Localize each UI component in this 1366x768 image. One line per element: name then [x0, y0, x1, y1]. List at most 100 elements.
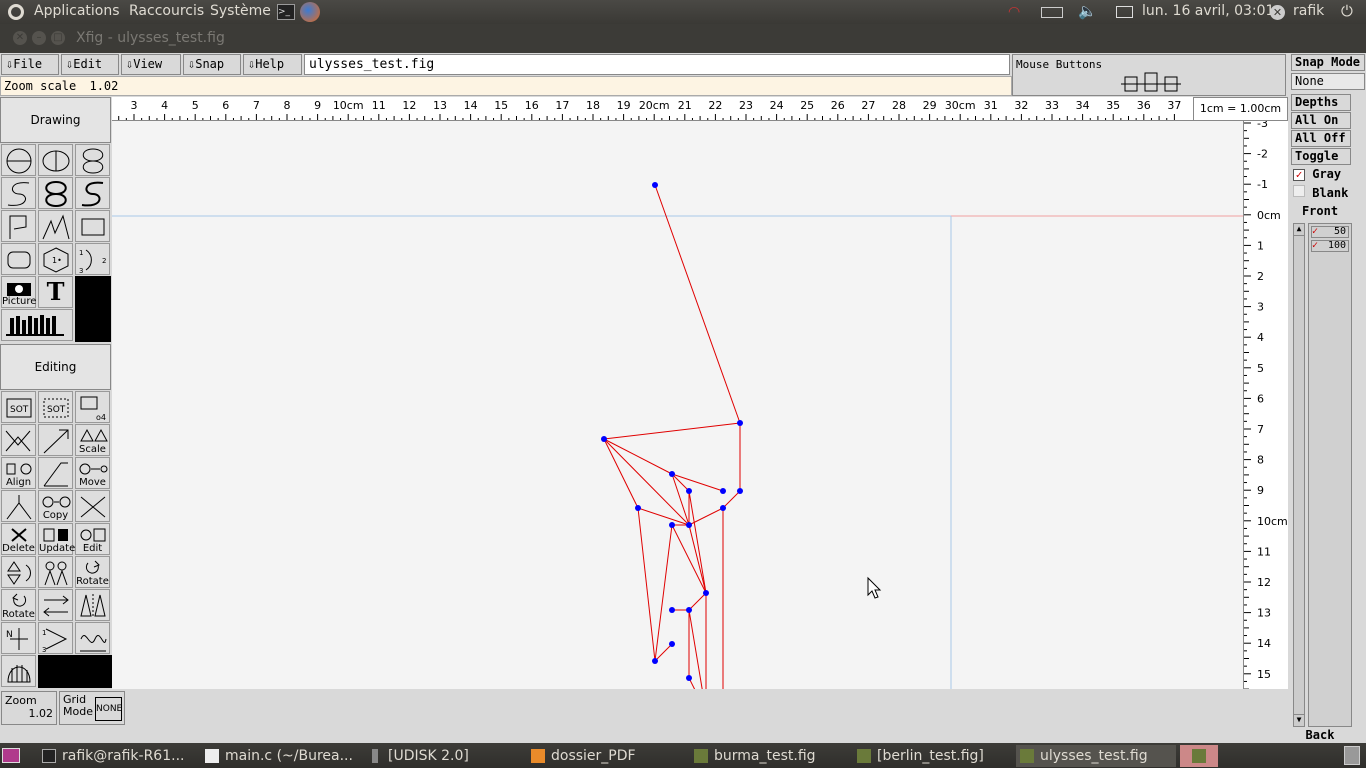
gray-checkbox[interactable]: ✓ [1293, 169, 1305, 181]
depth-scroll-down-icon[interactable]: ▼ [1294, 714, 1304, 726]
figure-vertex[interactable] [737, 420, 743, 426]
task-main-c[interactable]: main.c (~/Burea... [201, 745, 361, 767]
figure-vertex[interactable] [720, 505, 726, 511]
polyline-tool[interactable] [1, 210, 36, 242]
power-icon[interactable]: ⏻ [1341, 2, 1353, 20]
gray-checkbox-row[interactable]: ✓ Gray [1293, 167, 1341, 181]
drawing-canvas[interactable] [112, 121, 1243, 741]
blank-checkbox[interactable] [1293, 185, 1305, 197]
regular-polygon-tool[interactable]: 1• [38, 243, 73, 275]
add-point-tool[interactable]: SOT [1, 391, 36, 423]
depth-item-100[interactable]: ✓ 100 [1311, 240, 1349, 252]
align-tool[interactable] [1, 424, 36, 456]
volume-icon[interactable]: 🔈 [1078, 2, 1097, 20]
figure-vertex[interactable] [686, 522, 692, 528]
depth-item-50-checkbox[interactable]: ✓ [1312, 227, 1318, 237]
shape-tool[interactable] [1, 655, 36, 687]
closed-approx-spline-tool[interactable] [38, 177, 73, 209]
rotate-ccw-tool[interactable]: Rotate [1, 589, 36, 621]
user-name[interactable]: rafik [1293, 3, 1324, 19]
figure-polyline-mesh[interactable] [601, 182, 743, 715]
anchor-tool[interactable]: N [1, 622, 36, 654]
figure-vertex[interactable] [686, 488, 692, 494]
minimize-icon[interactable]: – [32, 31, 46, 45]
ubuntu-logo-icon[interactable] [8, 4, 24, 20]
flip-vertical-tool[interactable] [1, 556, 36, 588]
wifi-icon[interactable]: ◠ [1008, 4, 1020, 20]
open-polyline-tool[interactable] [38, 210, 73, 242]
break-compound-tool[interactable]: SOT [38, 391, 73, 423]
figure-segment[interactable] [654, 524, 673, 662]
mail-icon[interactable] [1116, 6, 1133, 18]
figure-segment[interactable] [603, 438, 673, 475]
figure-segment[interactable] [603, 438, 690, 526]
copy-tool[interactable]: Copy [38, 490, 73, 522]
figure-segment[interactable] [637, 507, 690, 526]
figure-vertex[interactable] [652, 182, 658, 188]
task-ulysses[interactable]: ulysses_test.fig [1016, 745, 1176, 767]
box-tool[interactable] [75, 210, 110, 242]
update-tool[interactable]: Update [38, 523, 75, 555]
trash-icon[interactable] [1344, 746, 1360, 765]
window-titlebar[interactable]: ✕ – □ Xfig - ulysses_test.fig [0, 24, 1366, 53]
task-xfig-extra[interactable] [1180, 745, 1218, 767]
depth-item-100-checkbox[interactable]: ✓ [1312, 241, 1318, 251]
figure-vertex[interactable] [737, 488, 743, 494]
snap-mode-value[interactable]: None [1291, 73, 1365, 90]
arc-tool[interactable]: 1 2 3 [75, 243, 110, 275]
open-spline-tool[interactable] [1, 177, 36, 209]
raccourcis-menu[interactable]: Raccourcis [129, 3, 204, 19]
task-terminal[interactable]: rafik@rafik-R61... [38, 745, 198, 767]
figure-segment[interactable] [671, 473, 690, 526]
open-approx-spline-tool[interactable] [75, 177, 110, 209]
help-menu-button[interactable]: ⇩Help [243, 54, 302, 75]
move-point-tool[interactable] [38, 457, 73, 489]
figure-segment[interactable] [637, 507, 656, 662]
firefox-launcher-icon[interactable] [300, 2, 320, 22]
all-on-button[interactable]: All On [1291, 112, 1351, 129]
depth-item-50[interactable]: ✓ 50 [1311, 226, 1349, 238]
library-tool[interactable] [1, 309, 73, 341]
terminal-launcher-icon[interactable]: >_ [277, 4, 295, 20]
depth-scrollbar[interactable]: ▲ ▼ [1293, 223, 1305, 727]
battery-icon[interactable] [1041, 7, 1063, 18]
depths-button[interactable]: Depths [1291, 94, 1351, 111]
picture-tool[interactable]: Picture [1, 276, 36, 308]
close-icon[interactable]: ✕ [13, 31, 27, 45]
zoom-indicator[interactable]: Zoom 1.02 [1, 691, 57, 725]
figure-vertex[interactable] [669, 607, 675, 613]
circle-radius-tool[interactable] [1, 144, 36, 176]
file-menu-button[interactable]: ⇩File [1, 54, 59, 75]
flip-horizontal-tool[interactable] [38, 556, 73, 588]
delete-point-tool[interactable] [75, 490, 110, 522]
figure-segment[interactable] [603, 438, 639, 509]
rotate-cw-tool[interactable]: Rotate [75, 556, 110, 588]
mirror-tool[interactable] [75, 589, 110, 621]
figure-segment[interactable] [654, 184, 741, 424]
unit-box[interactable]: 1cm = 1.00cm [1193, 97, 1288, 121]
show-desktop-icon[interactable] [2, 748, 20, 763]
figure-vertex[interactable] [669, 522, 675, 528]
figure-vertex[interactable] [686, 675, 692, 681]
figure-segment[interactable] [654, 643, 673, 662]
view-menu-button[interactable]: ⇩View [121, 54, 181, 75]
figure-segment[interactable] [671, 473, 724, 492]
task-dossier-pdf[interactable]: dossier_PDF [527, 745, 687, 767]
figure-vertex[interactable] [703, 590, 709, 596]
figure-vertex[interactable] [601, 436, 607, 442]
top-ruler[interactable]: 3 4 5 6 7 8 9 10cm 11 12 13 14 15 16 17 18 19 20cm 21 22 23 2… [112, 97, 1243, 121]
arc-box-tool[interactable] [1, 243, 36, 275]
blank-checkbox-row[interactable]: Blank [1293, 185, 1348, 200]
edit-menu-button[interactable]: ⇩Edit [61, 54, 119, 75]
move-tool[interactable]: Move [75, 457, 110, 489]
figure-segment[interactable] [722, 490, 741, 509]
maximize-icon[interactable]: □ [51, 31, 65, 45]
smooth-tool[interactable] [75, 622, 110, 654]
figure-vertex[interactable] [669, 471, 675, 477]
all-off-button[interactable]: All Off [1291, 130, 1351, 147]
figure-vertex[interactable] [669, 641, 675, 647]
figure-segment[interactable] [688, 490, 707, 594]
toggle-button[interactable]: Toggle [1291, 148, 1351, 165]
systeme-menu[interactable]: Système [210, 3, 271, 19]
figure-vertex[interactable] [635, 505, 641, 511]
